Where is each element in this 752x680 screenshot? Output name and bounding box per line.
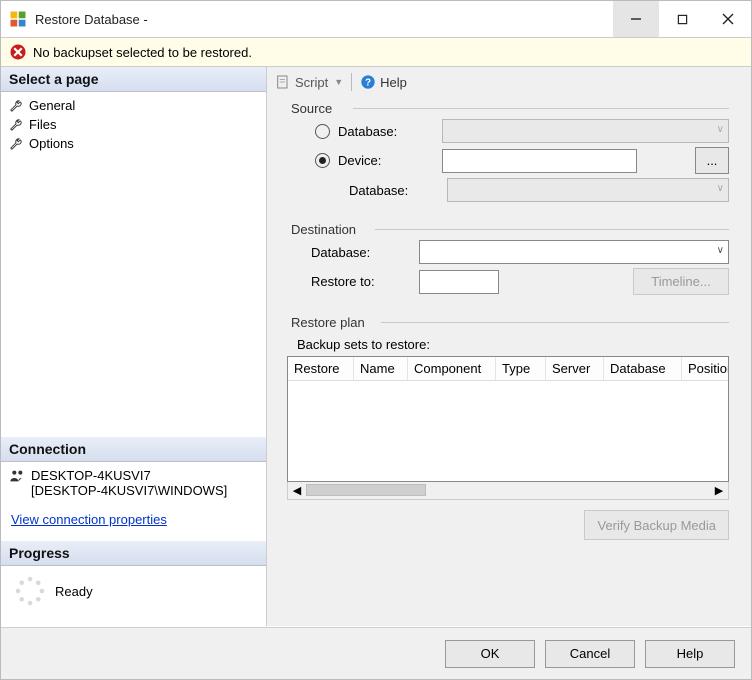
page-item-options[interactable]: Options <box>3 134 264 153</box>
ok-label: OK <box>481 646 500 661</box>
select-page-header: Select a page <box>1 67 266 92</box>
page-label: Files <box>29 117 56 132</box>
dest-database-label: Database: <box>311 245 411 260</box>
scroll-thumb[interactable] <box>306 484 426 496</box>
timeline-button: Timeline... <box>633 268 729 295</box>
help-button[interactable]: ? Help <box>360 74 407 90</box>
dialog-footer: OK Cancel Help <box>1 627 751 679</box>
device-database-combo: ∨ <box>447 178 729 202</box>
main-panel: Script ▼ ? Help Source Database: ∨ <box>267 67 751 626</box>
radio-database-label: Database: <box>338 124 434 139</box>
source-legend: Source <box>291 101 729 116</box>
col-server[interactable]: Server <box>546 357 604 380</box>
restore-to-label: Restore to: <box>311 274 411 289</box>
app-icon <box>9 10 27 28</box>
window-controls <box>613 1 751 37</box>
timeline-label: Timeline... <box>651 274 710 289</box>
error-icon <box>9 43 27 61</box>
page-label: Options <box>29 136 74 151</box>
login-name: [DESKTOP-4KUSVI7\WINDOWS] <box>31 483 258 498</box>
progress-header: Progress <box>1 541 266 566</box>
toolbar: Script ▼ ? Help <box>273 71 737 97</box>
verify-label: Verify Backup Media <box>597 518 716 533</box>
restore-plan-group: Restore plan Backup sets to restore: Res… <box>273 315 737 616</box>
warning-bar: No backupset selected to be restored. <box>1 37 751 67</box>
script-label: Script <box>295 75 328 90</box>
window-title: Restore Database - <box>35 12 613 27</box>
device-database-label: Database: <box>349 183 439 198</box>
backup-sets-table[interactable]: Restore Name Component Type Server Datab… <box>287 356 729 482</box>
browse-device-button[interactable]: ... <box>695 147 729 174</box>
chevron-down-icon: ∨ <box>717 124 724 135</box>
connection-header: Connection <box>1 437 266 462</box>
page-label: General <box>29 98 75 113</box>
plan-subtitle: Backup sets to restore: <box>297 337 729 352</box>
page-item-general[interactable]: General <box>3 96 264 115</box>
maximize-button[interactable] <box>659 1 705 37</box>
scroll-right-icon[interactable]: ▶ <box>710 484 728 497</box>
help-button[interactable]: Help <box>645 640 735 668</box>
source-group: Source Database: ∨ Device: ... Database: <box>273 101 737 216</box>
help-label: Help <box>380 75 407 90</box>
ok-button[interactable]: OK <box>445 640 535 668</box>
svg-text:?: ? <box>365 77 371 88</box>
chevron-down-icon: ▼ <box>334 77 343 87</box>
page-item-files[interactable]: Files <box>3 115 264 134</box>
col-restore[interactable]: Restore <box>288 357 354 380</box>
radio-device[interactable] <box>315 153 330 168</box>
sidebar: Select a page General Files Options Conn… <box>1 67 267 626</box>
radio-device-label: Device: <box>338 153 434 168</box>
col-name[interactable]: Name <box>354 357 408 380</box>
destination-group: Destination Database: ∨ Restore to: Time… <box>273 222 737 309</box>
col-type[interactable]: Type <box>496 357 546 380</box>
chevron-down-icon: ∨ <box>717 245 724 256</box>
table-header: Restore Name Component Type Server Datab… <box>288 357 728 381</box>
title-bar: Restore Database - <box>1 1 751 37</box>
connection-info: DESKTOP-4KUSVI7 [DESKTOP-4KUSVI7\WINDOWS… <box>31 468 258 498</box>
minimize-button[interactable] <box>613 1 659 37</box>
horizontal-scrollbar[interactable]: ◀ ▶ <box>287 482 729 500</box>
warning-text: No backupset selected to be restored. <box>33 45 252 60</box>
destination-legend: Destination <box>291 222 729 237</box>
cancel-label: Cancel <box>570 646 610 661</box>
col-database[interactable]: Database <box>604 357 682 380</box>
view-connection-link[interactable]: View connection properties <box>1 502 266 541</box>
cancel-button[interactable]: Cancel <box>545 640 635 668</box>
server-name: DESKTOP-4KUSVI7 <box>31 468 258 483</box>
script-icon <box>275 74 291 90</box>
chevron-down-icon: ∨ <box>717 183 724 194</box>
script-button[interactable]: Script ▼ <box>275 74 343 90</box>
device-input[interactable] <box>442 149 637 173</box>
col-position[interactable]: Position <box>682 357 728 380</box>
verify-backup-button: Verify Backup Media <box>584 510 729 540</box>
restore-to-input[interactable] <box>419 270 499 294</box>
restore-plan-legend: Restore plan <box>291 315 729 330</box>
close-button[interactable] <box>705 1 751 37</box>
ellipsis-label: ... <box>707 153 718 168</box>
radio-database[interactable] <box>315 124 330 139</box>
progress-text: Ready <box>55 584 93 599</box>
source-database-combo: ∨ <box>442 119 729 143</box>
help-icon: ? <box>360 74 376 90</box>
wrench-icon <box>9 137 23 151</box>
help-label-footer: Help <box>677 646 704 661</box>
dest-database-combo[interactable]: ∨ <box>419 240 729 264</box>
connection-icon <box>9 468 25 484</box>
wrench-icon <box>9 99 23 113</box>
spinner-icon <box>15 576 45 606</box>
wrench-icon <box>9 118 23 132</box>
scroll-left-icon[interactable]: ◀ <box>288 484 306 497</box>
col-component[interactable]: Component <box>408 357 496 380</box>
